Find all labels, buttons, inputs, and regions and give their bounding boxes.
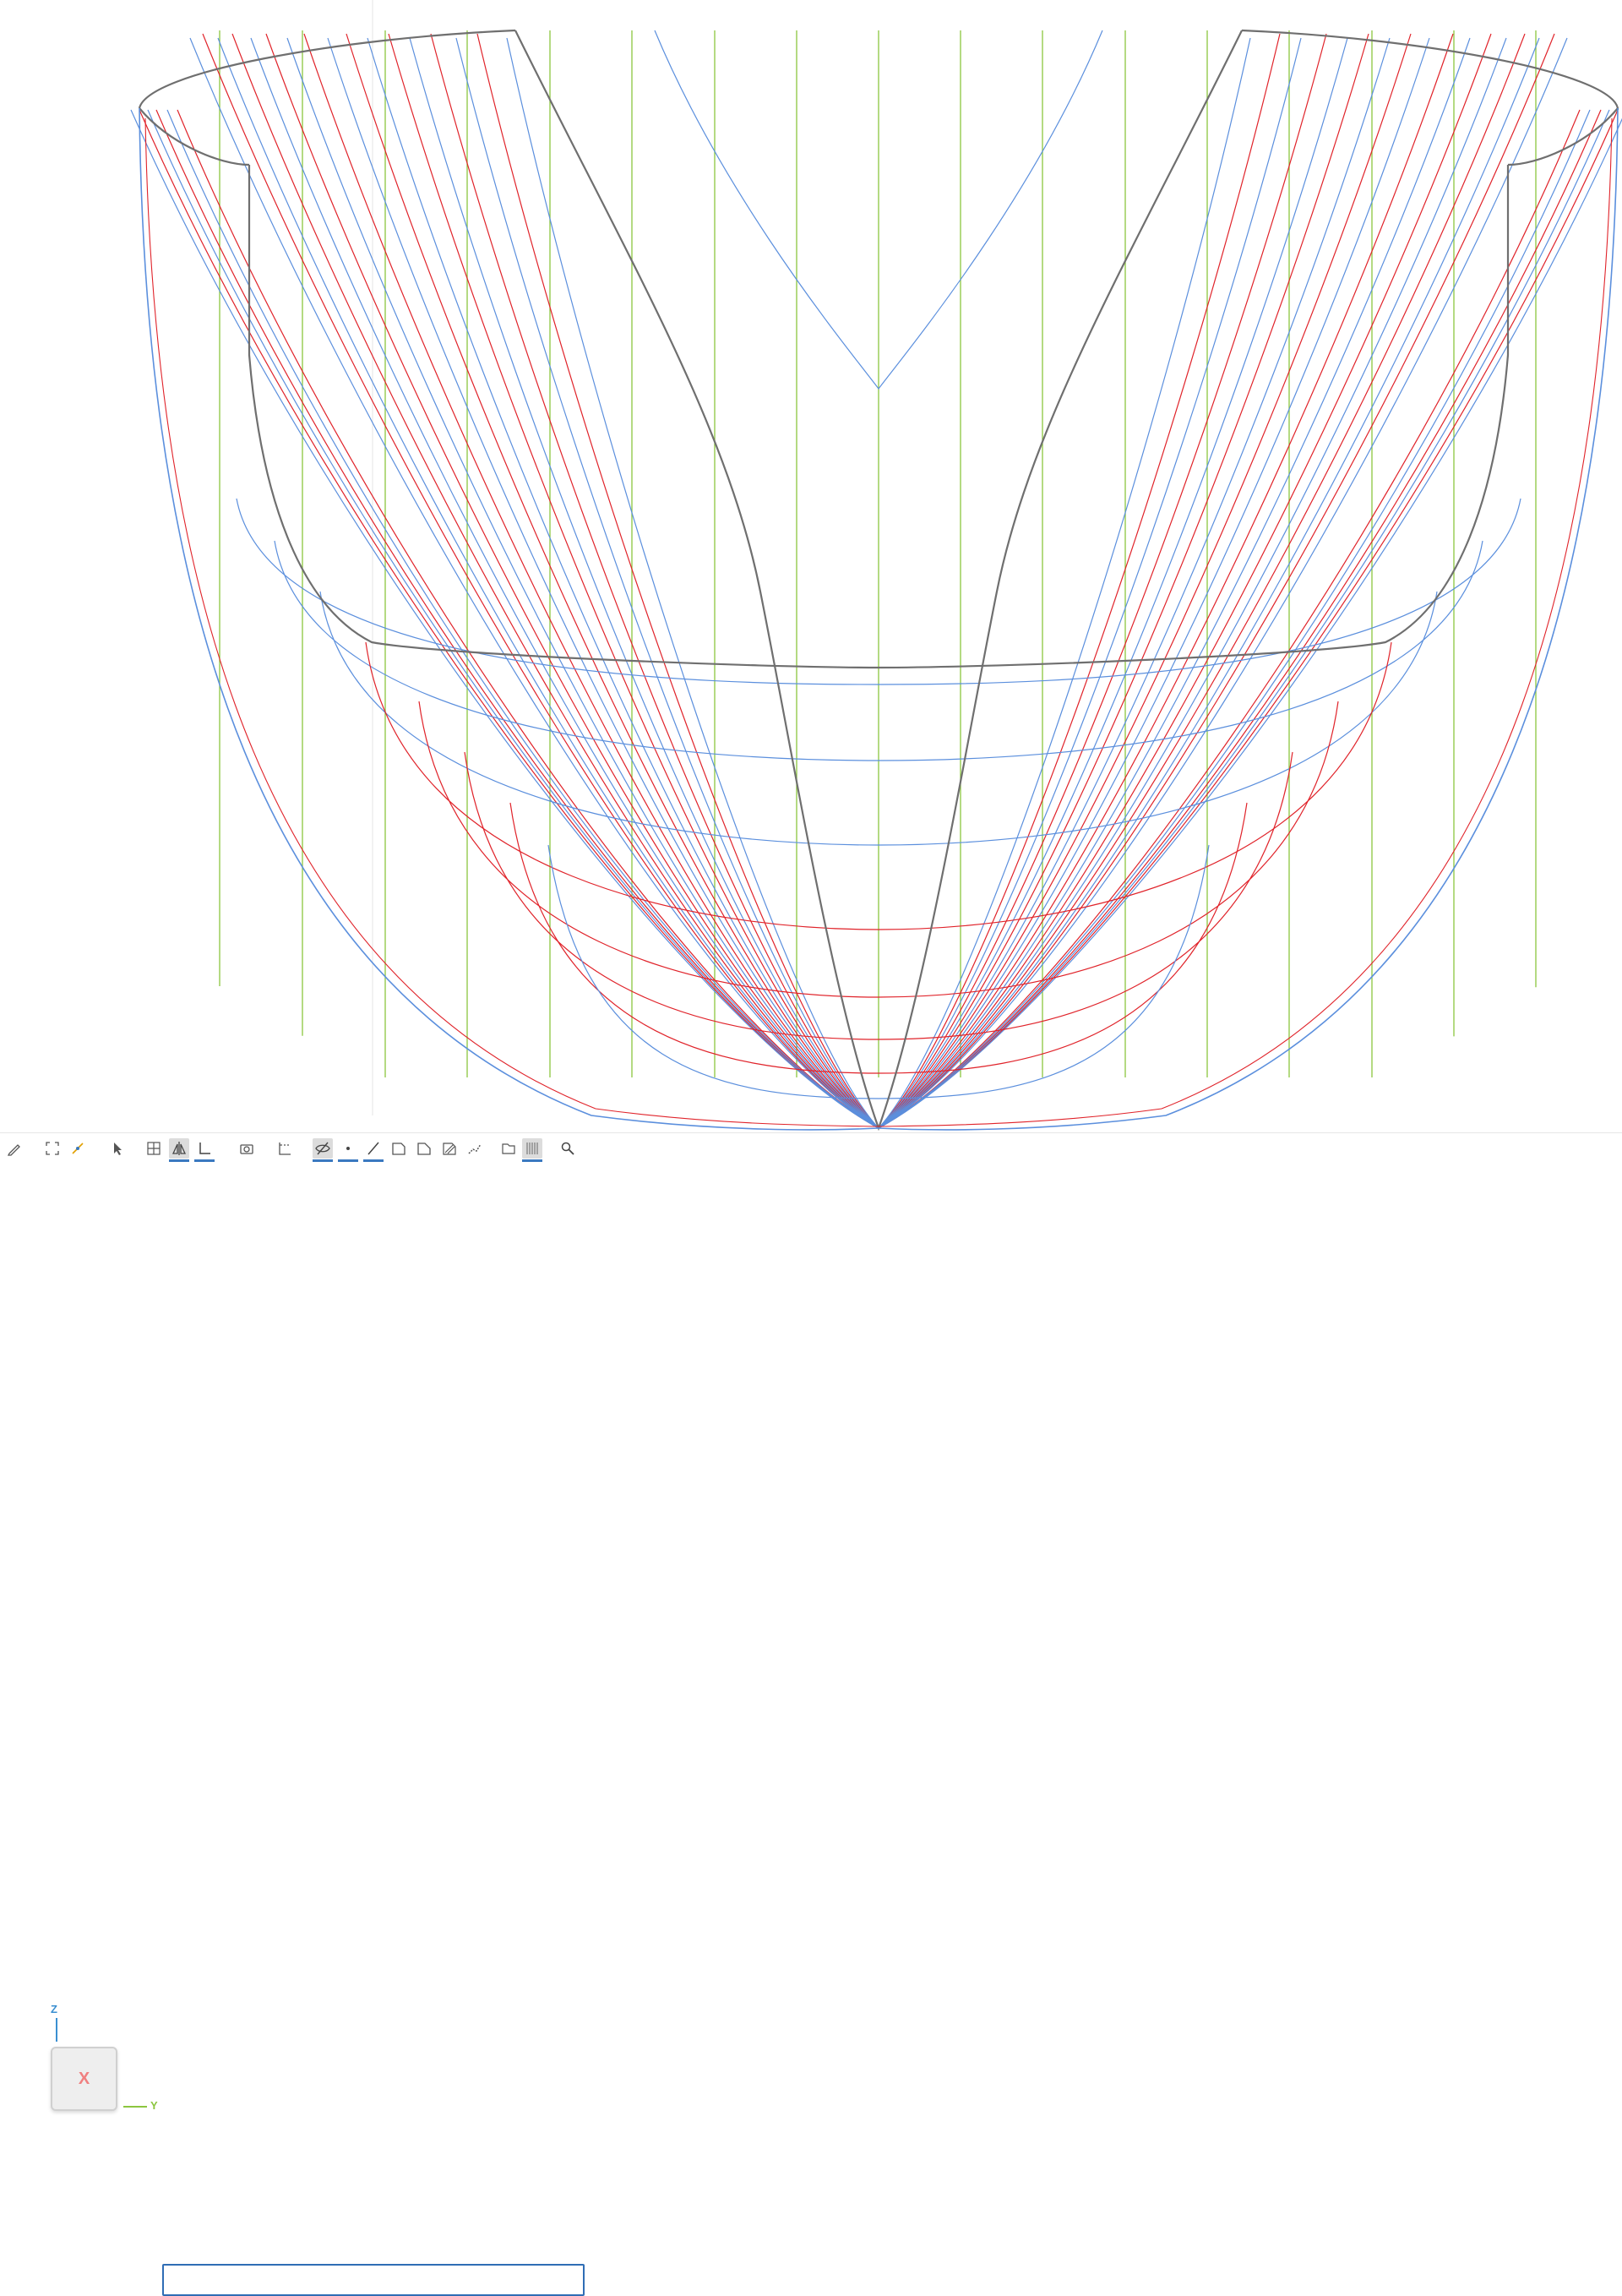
snap-button[interactable] [68, 1138, 88, 1159]
waterline-curve [231, 33, 879, 1129]
waterline-curve [878, 33, 1555, 1129]
view-cube-face[interactable]: X [51, 2047, 117, 2111]
polyline-icon [468, 1143, 482, 1154]
polyline-button[interactable] [465, 1138, 485, 1159]
waterline-curve [202, 33, 879, 1129]
surface-edit-button[interactable] [414, 1138, 434, 1159]
section-curve [250, 37, 879, 1129]
grid-view-icon [147, 1142, 161, 1155]
fit-view-button[interactable] [42, 1138, 63, 1159]
section-curve [878, 109, 1591, 1129]
surface-button[interactable] [389, 1138, 409, 1159]
axis-y-label: Y [150, 2099, 158, 2112]
body-plan-viewport[interactable] [0, 0, 1622, 1132]
zoom-button[interactable] [558, 1138, 578, 1159]
section-curve [217, 37, 879, 1129]
stations-icon [526, 1143, 538, 1154]
waterline-curve [878, 33, 1369, 1129]
hide-button[interactable] [313, 1138, 333, 1162]
select-arrow-icon [114, 1143, 122, 1155]
surface-edit-icon [417, 1143, 431, 1155]
view-cube-face-label: X [78, 2069, 90, 2088]
section-curve [878, 37, 1251, 1129]
surface-hatch-button[interactable] [439, 1138, 460, 1159]
bottom-toolbar [0, 1132, 1622, 2296]
grid-view-button[interactable] [144, 1138, 164, 1159]
surface-icon [392, 1143, 406, 1155]
symmetry-icon [171, 1142, 187, 1155]
section-curve [166, 109, 879, 1129]
stations-button[interactable] [522, 1138, 542, 1162]
section-curve [506, 37, 879, 1129]
select-arrow-button[interactable] [107, 1138, 128, 1159]
panel-button[interactable] [498, 1138, 519, 1159]
symmetry-button[interactable] [169, 1138, 189, 1162]
toolbar-group-highlight [162, 2264, 585, 2296]
view-cube-widget[interactable]: Z X Y [0, 997, 177, 2112]
section-curve [327, 37, 879, 1129]
waterline-curve [878, 33, 1454, 1129]
waterline-curve [346, 33, 879, 1129]
waterline-curve [878, 33, 1281, 1129]
fit-view-icon [46, 1142, 59, 1155]
zoom-icon [561, 1142, 574, 1155]
snap-icon [72, 1143, 84, 1154]
hull-body-plan-drawing[interactable] [0, 0, 1622, 1132]
axis-y-line [123, 2106, 147, 2108]
pencil-icon [7, 1144, 20, 1156]
point-icon [346, 1147, 350, 1150]
line-icon [367, 1142, 379, 1155]
waterline-curve [388, 33, 879, 1129]
axes-button[interactable] [194, 1138, 215, 1162]
camera-button[interactable] [237, 1138, 257, 1159]
section-curve [409, 37, 879, 1129]
axis-z-line [56, 2018, 57, 2042]
surface-hatch-icon [443, 1143, 456, 1155]
section-curve [878, 37, 1507, 1129]
section-curve [878, 37, 1348, 1129]
axes-icon [199, 1143, 210, 1154]
waterline-curve [265, 33, 879, 1129]
pencil-button[interactable] [4, 1138, 24, 1159]
point-button[interactable] [338, 1138, 358, 1162]
section-curve [878, 37, 1540, 1129]
waterline-curve [878, 33, 1526, 1129]
waterline-curve [303, 33, 879, 1129]
waterline-curve [878, 33, 1492, 1129]
waterline-curve [878, 33, 1412, 1129]
line-button[interactable] [363, 1138, 384, 1162]
waterline-curve [476, 33, 879, 1129]
section-curve [878, 37, 1302, 1129]
dimension-button[interactable] [275, 1138, 295, 1159]
hide-icon [315, 1142, 330, 1155]
camera-icon [240, 1144, 253, 1154]
panel-icon [502, 1143, 515, 1154]
section-curve [455, 37, 879, 1129]
section-curve [878, 37, 1430, 1129]
deck-edge [1507, 107, 1619, 166]
dimension-icon [279, 1143, 291, 1155]
deck-edge [139, 107, 250, 166]
axis-z-label: Z [51, 2003, 57, 2015]
